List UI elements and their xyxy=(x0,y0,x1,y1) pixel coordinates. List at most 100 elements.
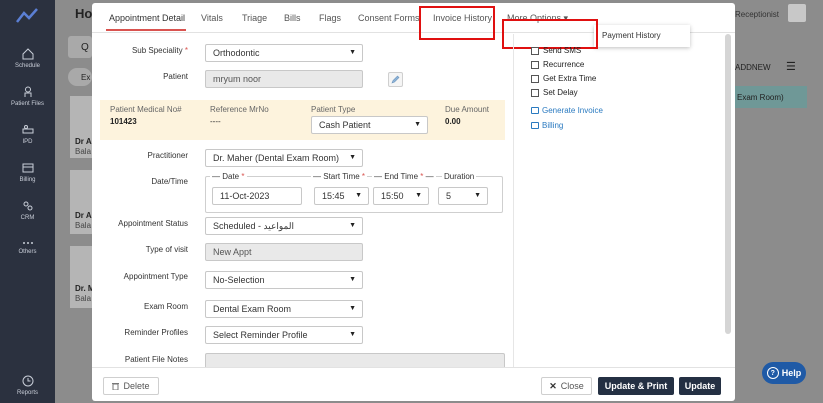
background-addnew-button[interactable]: ADDNEW xyxy=(735,63,771,72)
appointment-status-select[interactable]: Scheduled - المواعيد ▼ xyxy=(205,217,363,235)
crm-icon xyxy=(23,201,32,211)
dropdown-arrow-icon: ▼ xyxy=(349,222,356,229)
active-tab-indicator xyxy=(106,29,186,31)
patient-info-box: Patient Medical No# 101423 Reference MrN… xyxy=(100,100,505,140)
delete-button[interactable]: Delete xyxy=(103,377,159,395)
tab-flags[interactable]: Flags xyxy=(319,13,341,23)
start-time-select[interactable]: 15:45 ▼ xyxy=(314,187,369,205)
dropdown-arrow-icon: ▼ xyxy=(414,121,421,128)
tab-appointment-detail[interactable]: Appointment Detail xyxy=(109,13,185,23)
dropdown-arrow-icon: ▼ xyxy=(355,192,362,199)
exam-room-select[interactable]: Dental Exam Room ▼ xyxy=(205,300,363,318)
exam-room-label: Exam Room xyxy=(143,302,188,311)
billing-link[interactable]: Billing xyxy=(531,121,563,130)
recurrence-option[interactable]: Recurrence xyxy=(531,60,584,69)
appointment-status-label: Appointment Status xyxy=(118,219,188,228)
menu-icon[interactable]: ☰ xyxy=(786,60,796,73)
medical-no-value: 101423 xyxy=(110,117,137,126)
person-icon xyxy=(24,86,31,97)
background-card-name: Dr A xyxy=(75,211,92,220)
tab-triage[interactable]: Triage xyxy=(242,13,267,23)
update-print-button[interactable]: Update & Print xyxy=(598,377,674,395)
more-icon xyxy=(22,242,33,244)
billing-icon xyxy=(531,122,539,129)
extra-time-option[interactable]: Get Extra Time xyxy=(531,74,596,83)
sub-speciality-label: Sub Speciality * xyxy=(131,46,188,55)
patient-label: Patient xyxy=(163,72,188,81)
recurrence-checkbox[interactable] xyxy=(531,60,539,69)
nav-item-patient-files[interactable]: Patient Files xyxy=(0,86,55,107)
background-card-name: Dr A xyxy=(75,137,92,146)
reminder-profiles-label: Reminder Profiles xyxy=(124,328,188,337)
appointment-options-panel: Send SMS Recurrence Get Extra Time Set D… xyxy=(513,34,735,367)
tab-consent-forms[interactable]: Consent Forms xyxy=(358,13,420,23)
nav-item-billing[interactable]: Billing xyxy=(0,162,55,183)
dropdown-arrow-icon: ▼ xyxy=(349,331,356,338)
billing-icon xyxy=(22,163,33,173)
date-input[interactable]: 11-Oct-2023 xyxy=(212,187,302,205)
background-card-sub: Bala xyxy=(75,294,92,303)
reference-label: Reference MrNo xyxy=(210,105,269,114)
sub-speciality-select[interactable]: Orthodontic ▼ xyxy=(205,44,363,62)
patient-file-notes-field[interactable] xyxy=(205,353,505,367)
close-button[interactable]: ✕ Close xyxy=(541,377,592,395)
nav-item-schedule[interactable]: Schedule xyxy=(0,48,55,69)
type-of-visit-field[interactable]: New Appt xyxy=(205,243,363,261)
page-title: Ho xyxy=(75,6,93,21)
background-card-sub: Bala xyxy=(75,147,92,156)
patient-file-notes-label: Patient File Notes xyxy=(124,355,188,364)
edit-patient-button[interactable] xyxy=(388,72,403,87)
generate-invoice-link[interactable]: Generate Invoice xyxy=(531,106,603,115)
duration-select[interactable]: 5 ▼ xyxy=(438,187,488,205)
invoice-icon xyxy=(531,107,539,114)
set-delay-checkbox[interactable] xyxy=(531,88,539,97)
help-button[interactable]: ? Help xyxy=(762,362,806,384)
appointment-type-select[interactable]: No-Selection ▼ xyxy=(205,271,363,289)
dropdown-arrow-icon: ▼ xyxy=(349,276,356,283)
reminder-profiles-select[interactable]: Select Reminder Profile ▼ xyxy=(205,326,363,344)
dropdown-arrow-icon: ▼ xyxy=(349,49,356,56)
date-legend: — Date * xyxy=(210,172,247,181)
home-icon xyxy=(22,48,33,60)
due-amount-value: 0.00 xyxy=(445,117,461,126)
dropdown-arrow-icon: ▼ xyxy=(349,305,356,312)
search-icon: Q xyxy=(81,42,89,53)
appointment-type-label: Appointment Type xyxy=(123,272,188,281)
send-sms-checkbox[interactable] xyxy=(531,46,539,55)
avatar[interactable] xyxy=(788,4,806,22)
background-card-sub: Bala xyxy=(75,221,92,230)
start-time-legend: — Start Time * xyxy=(311,172,368,181)
medical-no-label: Patient Medical No# xyxy=(110,105,182,114)
extra-time-checkbox[interactable] xyxy=(531,74,539,83)
set-delay-option[interactable]: Set Delay xyxy=(531,88,578,97)
help-icon: ? xyxy=(766,367,779,379)
datetime-group: — Date * 11-Oct-2023 — Start Time * 15:4… xyxy=(205,172,503,213)
appointment-modal: Appointment Detail Vitals Triage Bills F… xyxy=(92,3,735,401)
modal-scrollbar[interactable] xyxy=(725,34,731,334)
tab-bills[interactable]: Bills xyxy=(284,13,301,23)
nav-item-reports[interactable]: Reports xyxy=(0,375,55,396)
nav-item-crm[interactable]: CRM xyxy=(0,200,55,221)
patient-field[interactable]: mryum noor xyxy=(205,70,363,88)
reports-icon xyxy=(22,375,33,387)
patient-type-label: Patient Type xyxy=(311,105,356,114)
user-role: Receptionist xyxy=(735,10,780,19)
required-marker: * xyxy=(184,46,188,55)
end-time-select[interactable]: 15:50 ▼ xyxy=(373,187,429,205)
update-button[interactable]: Update xyxy=(679,377,721,395)
duration-legend: Duration xyxy=(442,172,477,181)
send-sms-option[interactable]: Send SMS xyxy=(531,46,581,55)
due-amount-label: Due Amount xyxy=(445,105,490,114)
end-time-legend: — End Time * — xyxy=(372,172,436,181)
dropdown-arrow-icon: ▼ xyxy=(474,192,481,199)
dropdown-arrow-icon: ▼ xyxy=(415,192,422,199)
modal-footer: Delete ✕ Close Update & Print Update xyxy=(92,367,735,401)
patient-type-select[interactable]: Cash Patient ▼ xyxy=(311,116,428,134)
nav-item-ipd[interactable]: IPD xyxy=(0,124,55,145)
nav-item-others[interactable]: Others xyxy=(0,240,55,255)
tab-vitals[interactable]: Vitals xyxy=(201,13,223,23)
practitioner-select[interactable]: Dr. Maher (Dental Exam Room) ▼ xyxy=(205,149,363,167)
reference-value: ---- xyxy=(210,117,221,126)
app-logo-icon xyxy=(16,8,38,26)
trash-icon xyxy=(112,383,120,390)
